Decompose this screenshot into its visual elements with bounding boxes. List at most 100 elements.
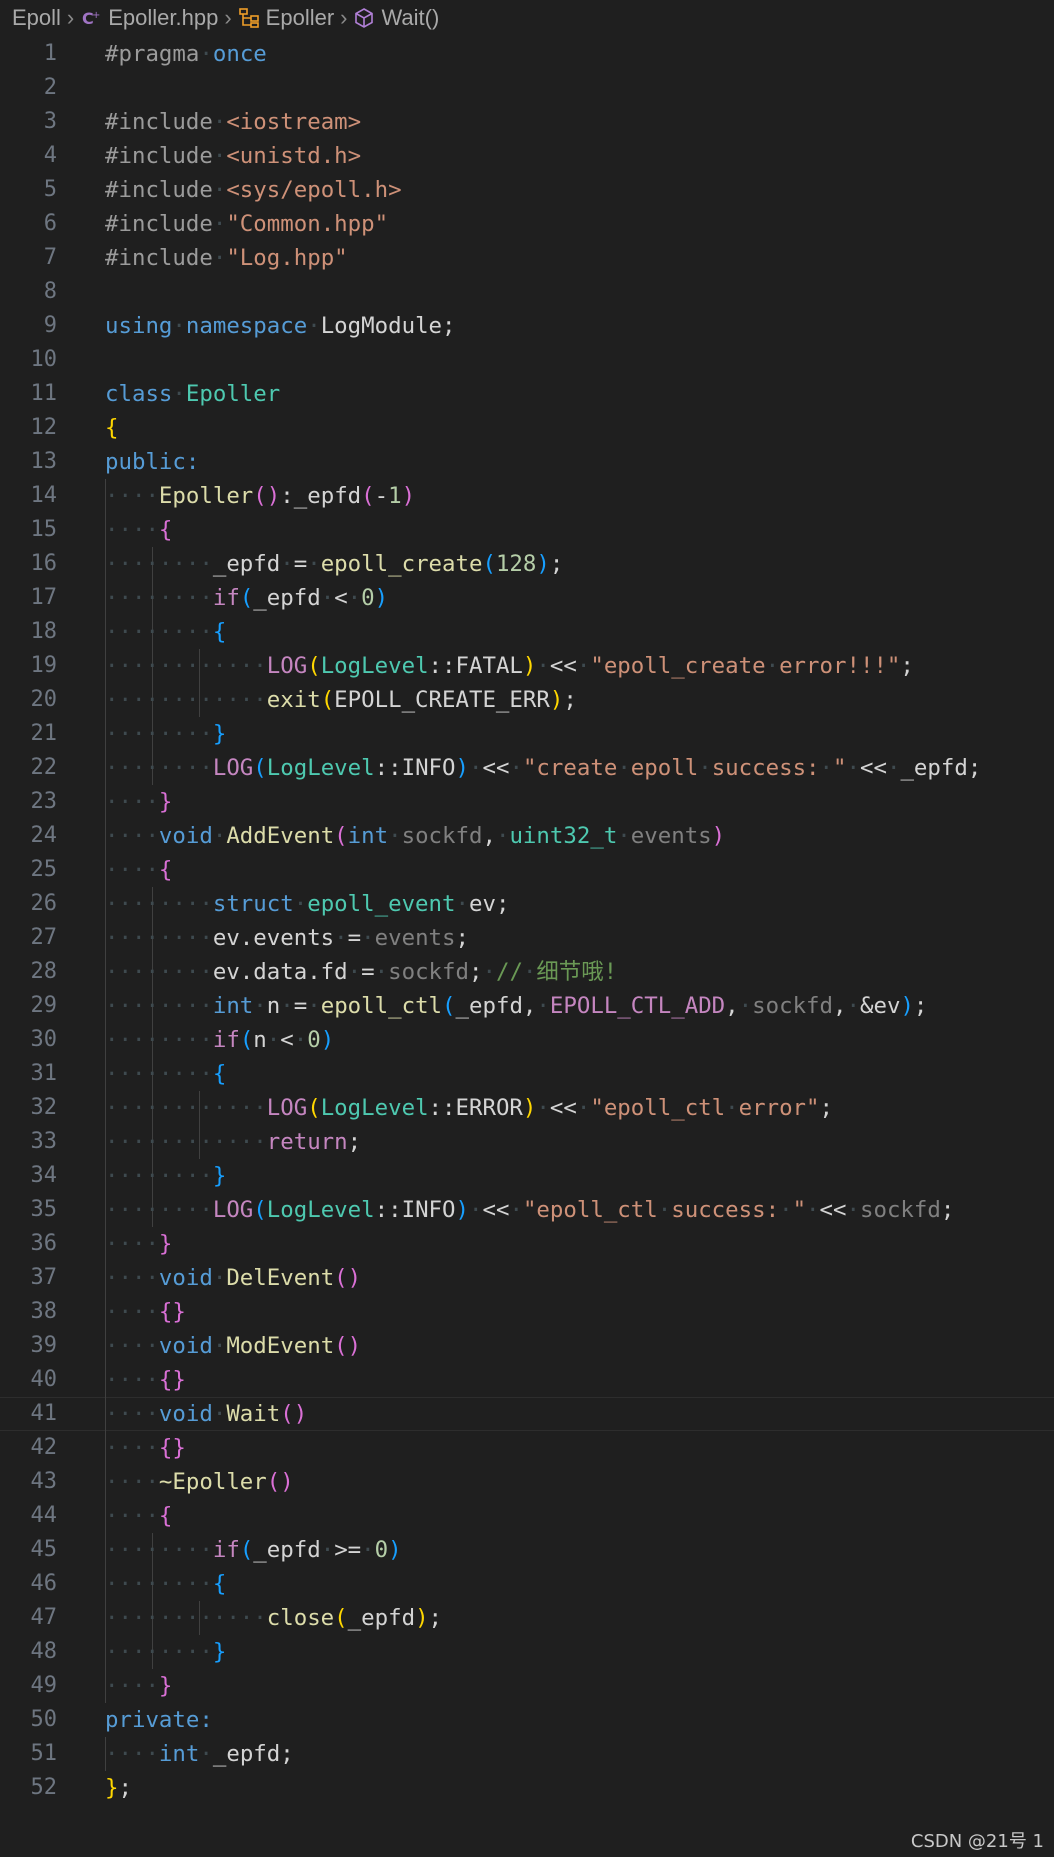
- cpp-file-icon: C +: [80, 7, 102, 29]
- code-line[interactable]: 30 ········if(n·<·0): [0, 1023, 1054, 1057]
- code-line[interactable]: 26 ········struct·epoll_event·ev;: [0, 887, 1054, 921]
- code-line[interactable]: 27 ········ev.events·=·events;: [0, 921, 1054, 955]
- code-line[interactable]: 2: [0, 71, 1054, 105]
- code-token: void: [158, 1265, 213, 1291]
- code-token: void: [158, 1333, 213, 1359]
- code-line[interactable]: 33 ············return;: [0, 1125, 1054, 1159]
- code-token: ;: [900, 653, 914, 679]
- code-token: ::: [374, 755, 402, 781]
- code-line[interactable]: 50 private:: [0, 1703, 1054, 1737]
- watermark: CSDN @21号 1: [910, 1831, 1044, 1852]
- line-number: 41: [30, 1401, 58, 1426]
- code-line[interactable]: 39 ····void·ModEvent(): [0, 1329, 1054, 1363]
- code-line[interactable]: 24 ····void·AddEvent(int·sockfd,·uint32_t…: [0, 819, 1054, 853]
- code-line[interactable]: 48 ········}: [0, 1635, 1054, 1669]
- indent-whitespace: ········: [105, 1639, 213, 1665]
- code-line[interactable]: 44 ····{: [0, 1499, 1054, 1533]
- code-line[interactable]: 29 ········int·n·=·epoll_ctl(_epfd,·EPOLL…: [0, 989, 1054, 1023]
- code-token: ·: [657, 1197, 672, 1223]
- code-token: _epfd: [253, 585, 321, 611]
- code-line[interactable]: 38 ····{}: [0, 1295, 1054, 1329]
- code-line[interactable]: 11 class·Epoller: [0, 377, 1054, 411]
- indent-whitespace: ········: [105, 551, 213, 577]
- code-line[interactable]: 21 ········}: [0, 717, 1054, 751]
- code-token: <: [334, 585, 348, 611]
- code-text: ········}: [105, 1635, 226, 1669]
- code-token: ·: [846, 755, 860, 781]
- code-line[interactable]: 12 {: [0, 411, 1054, 445]
- code-line[interactable]: 20 ············exit(EPOLL_CREATE_ERR);: [0, 683, 1054, 717]
- code-token: ·: [576, 1095, 591, 1121]
- code-line[interactable]: 17 ········if(_epfd·<·0): [0, 581, 1054, 615]
- code-line[interactable]: 32 ············LOG(LogLevel::ERROR)·<<·"e…: [0, 1091, 1054, 1125]
- code-token: ·: [199, 41, 213, 67]
- line-number: 31: [30, 1061, 58, 1086]
- code-line[interactable]: 14 ····Epoller():_epfd(-1): [0, 479, 1054, 513]
- line-number: 1: [43, 41, 57, 66]
- code-line[interactable]: 16 ········_epfd·=·epoll_create(128);: [0, 547, 1054, 581]
- code-line[interactable]: 1 #pragma·once: [0, 37, 1054, 71]
- code-token: if: [212, 1537, 240, 1563]
- code-line[interactable]: 34 ········}: [0, 1159, 1054, 1193]
- breadcrumb-folder[interactable]: Epoll: [12, 5, 61, 31]
- code-line[interactable]: 49 ····}: [0, 1669, 1054, 1703]
- code-token: }: [158, 1231, 173, 1257]
- code-token: ,: [833, 993, 847, 1019]
- code-token: ·: [212, 211, 227, 237]
- line-number: 21: [30, 721, 58, 746]
- code-text: ········{: [105, 615, 226, 649]
- code-line[interactable]: 37 ····void·DelEvent(): [0, 1261, 1054, 1295]
- code-text: };: [105, 1771, 132, 1805]
- code-line[interactable]: 43 ····~Epoller(): [0, 1465, 1054, 1499]
- code-token: using: [105, 313, 173, 339]
- code-line[interactable]: 19 ············LOG(LogLevel::FATAL)·<<·"e…: [0, 649, 1054, 683]
- code-token: ·: [819, 755, 834, 781]
- code-line[interactable]: 51 ····int·_epfd;: [0, 1737, 1054, 1771]
- code-text: #include·"Log.hpp": [105, 241, 348, 275]
- code-line[interactable]: 40 ····{}: [0, 1363, 1054, 1397]
- code-line[interactable]: 46 ········{: [0, 1567, 1054, 1601]
- code-text: ····~Epoller(): [105, 1465, 294, 1499]
- code-line[interactable]: 47 ············close(_epfd);: [0, 1601, 1054, 1635]
- code-line[interactable]: 7 #include·"Log.hpp": [0, 241, 1054, 275]
- breadcrumb-file[interactable]: C + Epoller.hpp: [80, 5, 218, 31]
- indent-whitespace: ····: [105, 1299, 159, 1325]
- code-line[interactable]: 52};: [0, 1771, 1054, 1805]
- code-line[interactable]: 18 ········{: [0, 615, 1054, 649]
- code-line[interactable]: 13 public:: [0, 445, 1054, 479]
- code-text: ········_epfd·=·epoll_create(128);: [105, 547, 563, 581]
- code-line[interactable]: 36 ····}: [0, 1227, 1054, 1261]
- code-line[interactable]: 42 ····{}: [0, 1431, 1054, 1465]
- code-line[interactable]: 45 ········if(_epfd·>=·0): [0, 1533, 1054, 1567]
- code-line[interactable]: 22 ········LOG(LogLevel::INFO)·<<·"create…: [0, 751, 1054, 785]
- code-token: ev.events: [212, 925, 335, 951]
- code-token: {: [212, 1571, 227, 1597]
- code-token: ·: [374, 959, 389, 985]
- code-line[interactable]: 35 ········LOG(LogLevel::INFO)·<<·"epoll_…: [0, 1193, 1054, 1227]
- code-token: ;: [549, 551, 564, 577]
- code-line[interactable]: 31 ········{: [0, 1057, 1054, 1091]
- indent-whitespace: ····: [105, 1367, 159, 1393]
- code-line[interactable]: 15 ····{: [0, 513, 1054, 547]
- code-editor[interactable]: 1 #pragma·once 2 3 #include·<iostream> 4 #incl…: [0, 37, 1054, 1805]
- code-line[interactable]: 10: [0, 343, 1054, 377]
- code-line[interactable]: 25 ····{: [0, 853, 1054, 887]
- line-number: 24: [30, 823, 58, 848]
- code-line[interactable]: 28 ········ev.data.fd·=·sockfd;·//·细节哦!: [0, 955, 1054, 989]
- code-text: private:: [105, 1703, 213, 1737]
- code-line[interactable]: 41 ····void·Wait(): [0, 1397, 1054, 1431]
- code-line[interactable]: 3 #include·<iostream>: [0, 105, 1054, 139]
- breadcrumb-method[interactable]: Wait(): [353, 5, 439, 31]
- code-line[interactable]: 4 #include·<unistd.h>: [0, 139, 1054, 173]
- line-number: 2: [43, 75, 57, 100]
- code-token: ·: [469, 755, 483, 781]
- line-number: 28: [30, 959, 58, 984]
- code-line[interactable]: 6 #include·"Common.hpp": [0, 207, 1054, 241]
- code-line[interactable]: 8: [0, 275, 1054, 309]
- code-token: <<: [819, 1197, 847, 1223]
- breadcrumb-class[interactable]: Epoller: [238, 5, 334, 31]
- code-token: ;: [469, 959, 483, 985]
- code-line[interactable]: 5 #include·<sys/epoll.h>: [0, 173, 1054, 207]
- code-line[interactable]: 23 ····}: [0, 785, 1054, 819]
- code-line[interactable]: 9 using·namespace·LogModule;: [0, 309, 1054, 343]
